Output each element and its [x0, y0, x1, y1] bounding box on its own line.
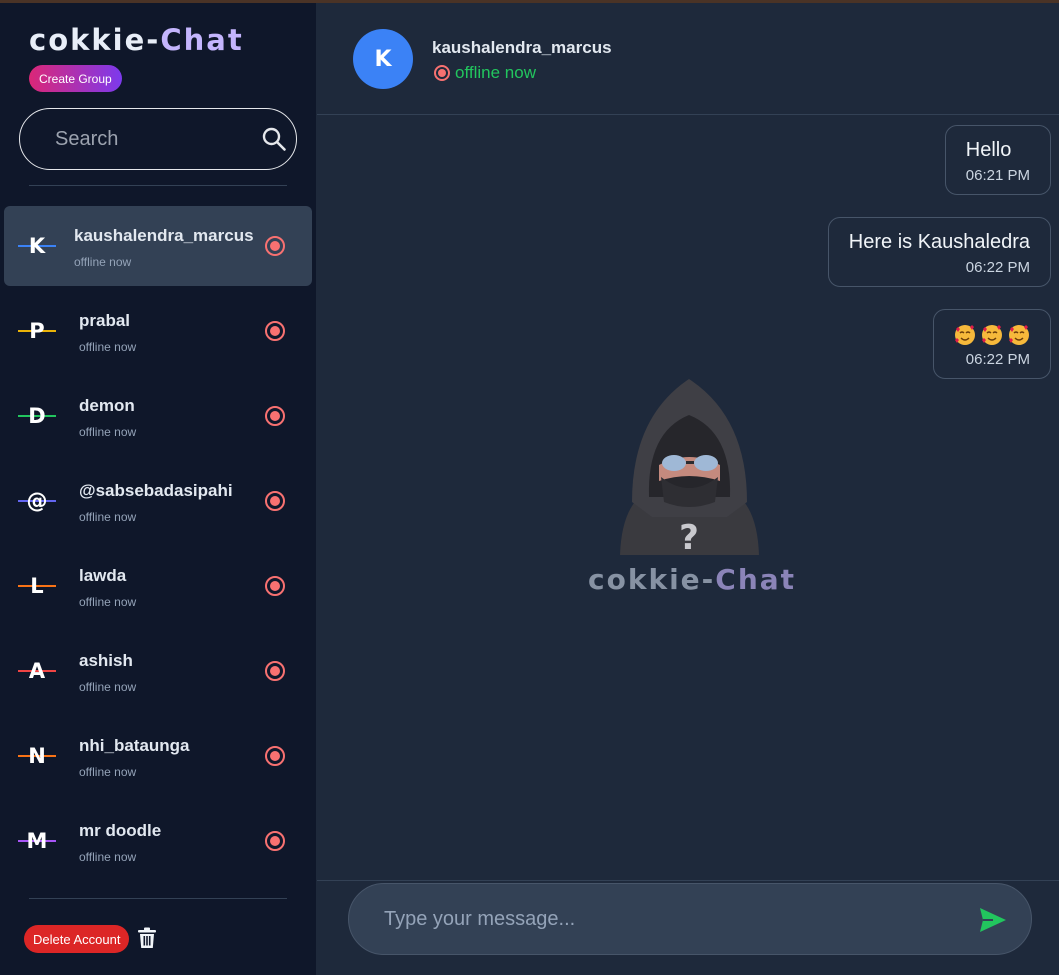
- contact-name: demon: [79, 396, 135, 415]
- avatar: @: [18, 489, 56, 513]
- search-input[interactable]: [55, 127, 245, 151]
- contact-status: offline now: [79, 340, 137, 354]
- contact-status: offline now: [79, 595, 137, 609]
- contact-status: offline now: [79, 425, 137, 439]
- create-group-button[interactable]: Create Group: [29, 65, 122, 92]
- offline-indicator-icon: [265, 321, 285, 341]
- avatar: P: [18, 319, 56, 343]
- message-time: 06:22 PM: [965, 259, 1030, 276]
- contact-list: Kkaushalendra_marcusoffline now Pprabal of…: [4, 206, 312, 886]
- avatar-initial: K: [28, 234, 46, 258]
- contact-name: kaushalendra_marcus: [74, 226, 254, 245]
- watermark-main: cokkie-: [588, 563, 716, 596]
- delete-account-button[interactable]: Delete Account: [24, 925, 130, 953]
- contact-name: prabal: [79, 311, 131, 330]
- offline-indicator-icon: [265, 406, 285, 426]
- sidebar-divider: [29, 898, 287, 899]
- anonymous-hacker-icon: ?: [620, 379, 759, 558]
- search-icon[interactable]: [261, 126, 287, 152]
- avatar: M: [18, 829, 56, 853]
- contact-name: mr doodle: [79, 821, 162, 840]
- message-time: 06:22 PM: [965, 351, 1030, 368]
- contact-item[interactable]: Ddemon offline now: [4, 376, 312, 461]
- avatar: N: [18, 744, 56, 768]
- message-bubble: Here is Kaushaledra 06:22 PM: [827, 217, 1051, 287]
- avatar-initial: A: [28, 659, 46, 683]
- watermark-accent: Chat: [715, 563, 797, 596]
- contact-status: offline now: [74, 255, 132, 269]
- contact-status: offline now: [79, 765, 137, 779]
- send-icon[interactable]: [979, 907, 1007, 933]
- contact-status: offline now: [79, 850, 137, 864]
- contact-status: offline now: [79, 510, 137, 524]
- offline-indicator-icon: [265, 746, 285, 766]
- offline-indicator-icon: [265, 576, 285, 596]
- composer: [348, 883, 1032, 955]
- avatar-initial: P: [29, 319, 45, 343]
- chat-status-text: offline now: [455, 63, 536, 82]
- contact-item[interactable]: Llawda offline now: [4, 546, 312, 631]
- app-logo-accent: Chat: [160, 23, 244, 57]
- contact-item[interactable]: Kkaushalendra_marcusoffline now: [4, 206, 312, 286]
- contact-item[interactable]: Nnhi_bataungaoffline now: [4, 716, 312, 801]
- chat-contact-name: kaushalendra_marcus: [432, 38, 612, 57]
- chat-panel: K kaushalendra_marcus offline now Hello …: [317, 3, 1059, 975]
- avatar-initial: D: [28, 404, 46, 428]
- avatar: D: [18, 404, 56, 428]
- chat-contact-status: offline now: [434, 63, 536, 83]
- message-bubble: Hello 06:21 PM: [944, 125, 1051, 195]
- contact-name: ashish: [79, 651, 133, 670]
- contact-name: nhi_bataunga: [79, 736, 190, 755]
- trash-icon[interactable]: [137, 927, 157, 949]
- message-time: 06:21 PM: [965, 167, 1030, 184]
- avatar[interactable]: K: [353, 29, 413, 89]
- message-bubble: 06:22 PM: [933, 309, 1051, 379]
- smiling-face-with-hearts-icon: [1009, 325, 1029, 345]
- offline-indicator-icon: [265, 236, 285, 256]
- avatar: K: [18, 234, 56, 258]
- offline-indicator-icon: [265, 661, 285, 681]
- offline-indicator-icon: [265, 491, 285, 511]
- avatar: L: [18, 574, 56, 598]
- message-input[interactable]: [384, 907, 944, 931]
- contact-status: offline now: [79, 680, 137, 694]
- sidebar: cokkie-Chat Create Group Kkaushalendra_m…: [0, 3, 317, 975]
- contact-name: @sabsebadasipahi: [79, 481, 233, 500]
- contact-item[interactable]: @ @sabsebadasipahi offline now: [4, 461, 312, 546]
- composer-area: [317, 880, 1059, 975]
- app-logo-main: cokkie-: [29, 23, 161, 57]
- search-box: [19, 108, 297, 170]
- avatar: A: [18, 659, 56, 683]
- avatar-initial: @: [26, 489, 48, 513]
- chat-header: K kaushalendra_marcus offline now: [317, 3, 1059, 115]
- avatar-initial: L: [30, 574, 44, 598]
- contact-name: lawda: [79, 566, 127, 585]
- message-text: Here is Kaushaledra: [848, 231, 1030, 253]
- message-text: [954, 324, 1030, 346]
- smiling-face-with-hearts-icon: [982, 325, 1002, 345]
- chat-app: cokkie-Chat Create Group Kkaushalendra_m…: [0, 3, 1059, 975]
- offline-indicator-icon: [434, 65, 450, 81]
- smiling-face-with-hearts-icon: [955, 325, 975, 345]
- contact-item[interactable]: Pprabal offline now: [4, 291, 312, 376]
- watermark-logo: cokkie-Chat: [588, 563, 796, 596]
- svg-text:?: ?: [679, 518, 699, 558]
- offline-indicator-icon: [265, 831, 285, 851]
- avatar-initial: M: [26, 829, 48, 853]
- message-text: Hello: [965, 139, 1012, 161]
- contact-item[interactable]: Aashish offline now: [4, 631, 312, 716]
- app-logo: cokkie-Chat: [29, 23, 244, 57]
- avatar-initial: N: [28, 744, 46, 768]
- sidebar-divider: [29, 185, 287, 186]
- contact-item[interactable]: Mmr doodle offline now: [4, 801, 312, 886]
